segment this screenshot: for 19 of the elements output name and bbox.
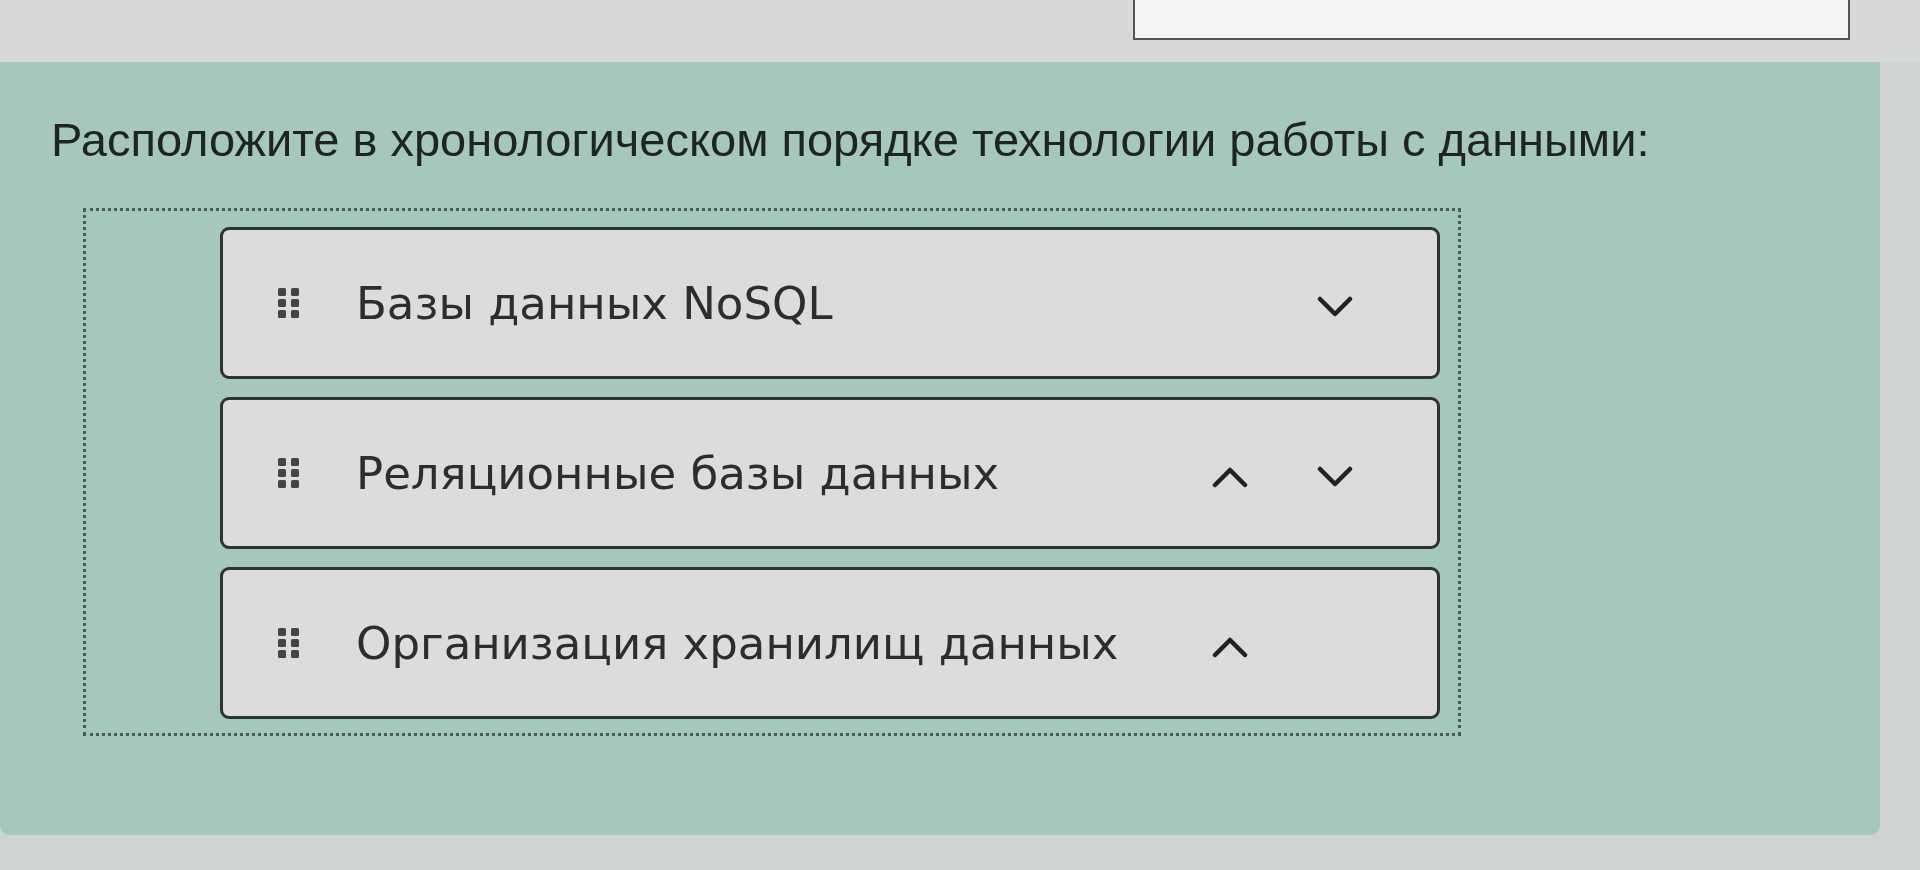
chevron-down-icon <box>1316 296 1353 318</box>
answer-field[interactable] <box>1133 0 1850 40</box>
grip-dots-icon[interactable] <box>278 627 300 659</box>
grip-dots-icon[interactable] <box>278 457 300 489</box>
sortable-item[interactable]: Организация хранилищ данных <box>220 567 1440 719</box>
move-down-button[interactable] <box>1316 296 1353 318</box>
sortable-item[interactable]: Базы данных NoSQL <box>220 227 1440 379</box>
chevron-up-icon <box>1211 466 1248 488</box>
move-up-button[interactable] <box>1211 636 1248 658</box>
item-label: Реляционные базы данных <box>356 446 1001 500</box>
sortable-item[interactable]: Реляционные базы данных <box>220 397 1440 549</box>
item-label: Организация хранилищ данных <box>356 616 1120 670</box>
move-down-button[interactable] <box>1316 466 1353 488</box>
grip-dots-icon[interactable] <box>278 287 300 319</box>
item-label: Базы данных NoSQL <box>356 276 834 330</box>
move-up-button[interactable] <box>1211 466 1248 488</box>
question-text: Расположите в хронологическом порядке технологии работы с данными: <box>51 112 1651 168</box>
chevron-up-icon <box>1211 636 1248 658</box>
chevron-down-icon <box>1316 466 1353 488</box>
